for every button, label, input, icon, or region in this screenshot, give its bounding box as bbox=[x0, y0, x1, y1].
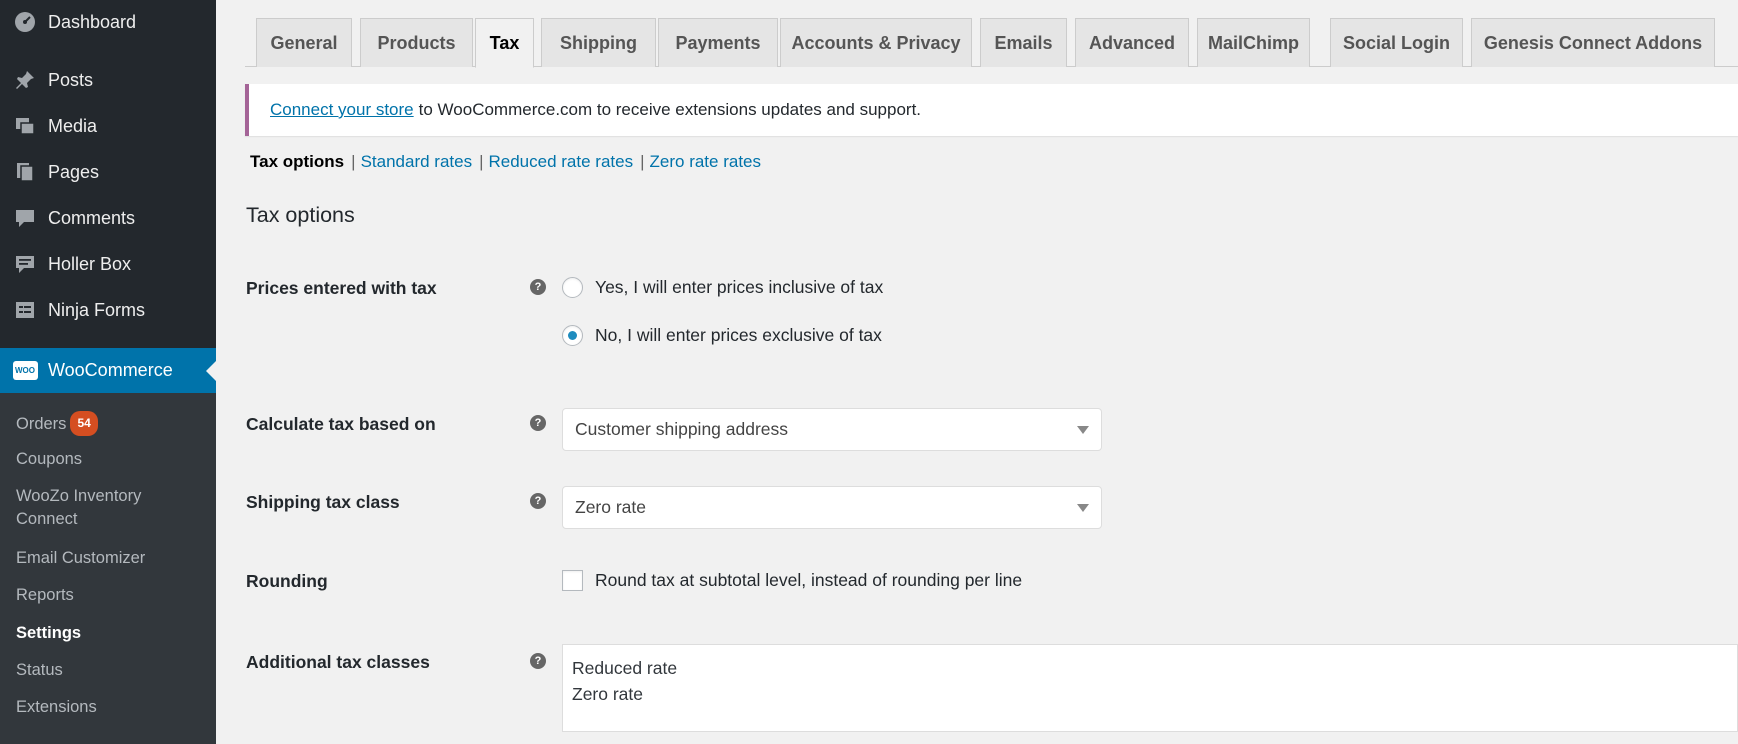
tab-genesis-connect-addons[interactable]: Genesis Connect Addons bbox=[1471, 18, 1715, 67]
tab-tax[interactable]: Tax bbox=[475, 18, 534, 68]
tab-social-login[interactable]: Social Login bbox=[1330, 18, 1463, 67]
menu-label: Media bbox=[48, 115, 98, 136]
subnav-zero-rate-rates[interactable]: Zero rate rates bbox=[650, 152, 762, 172]
help-icon[interactable]: ? bbox=[530, 279, 546, 295]
section-title: Tax options bbox=[246, 203, 355, 227]
submenu-status[interactable]: Status bbox=[16, 659, 63, 682]
menu-item-woocommerce[interactable]: WOO WooCommerce bbox=[0, 348, 216, 393]
holler-box-icon bbox=[12, 251, 38, 277]
submenu-email-customizer[interactable]: Email Customizer bbox=[16, 547, 145, 570]
menu-item-holler-box[interactable]: Holler Box bbox=[0, 244, 216, 284]
menu-item-media[interactable]: Media bbox=[0, 106, 216, 146]
tab-shipping[interactable]: Shipping bbox=[541, 18, 656, 67]
woocommerce-submenu: Orders 54 Coupons WooZo Inventory Connect… bbox=[0, 393, 216, 744]
calculate-tax-select[interactable]: Customer shipping address bbox=[562, 408, 1102, 451]
additional-tax-classes-textarea[interactable]: Reduced rate Zero rate bbox=[562, 644, 1738, 732]
radio-exclusive-label: No, I will enter prices exclusive of tax bbox=[595, 325, 882, 345]
submenu-woozo-inventory[interactable]: WooZo Inventory Connect bbox=[16, 485, 141, 531]
menu-item-dashboard[interactable]: Dashboard bbox=[0, 2, 216, 42]
submenu-reports[interactable]: Reports bbox=[16, 584, 74, 607]
tax-class-line: Reduced rate bbox=[572, 658, 678, 678]
woo-icon: WOO bbox=[12, 358, 38, 384]
menu-item-posts[interactable]: Posts bbox=[0, 60, 216, 100]
prices-exclusive-option[interactable]: No, I will enter prices exclusive of tax bbox=[562, 325, 882, 346]
shipping-tax-class-value: Zero rate bbox=[575, 497, 646, 517]
calculate-tax-value: Customer shipping address bbox=[575, 419, 789, 439]
media-icon bbox=[12, 113, 38, 139]
tax-subnav: Tax options | Standard rates | Reduced r… bbox=[250, 152, 761, 172]
menu-item-comments[interactable]: Comments bbox=[0, 198, 216, 238]
admin-sidebar: Dashboard Posts Media Pages Comments Hol… bbox=[0, 0, 216, 744]
chevron-down-icon bbox=[1077, 426, 1089, 434]
pin-icon bbox=[12, 67, 38, 93]
menu-item-pages[interactable]: Pages bbox=[0, 152, 216, 192]
active-indicator bbox=[206, 360, 216, 381]
subnav-separator: | bbox=[351, 152, 356, 171]
menu-label: Holler Box bbox=[48, 253, 132, 274]
settings-tabs: General Products Tax Shipping Payments A… bbox=[245, 0, 1738, 68]
tax-class-line: Zero rate bbox=[572, 684, 643, 704]
submenu-orders[interactable]: Orders 54 bbox=[16, 411, 98, 436]
tab-general[interactable]: General bbox=[256, 18, 352, 67]
rounding-checkbox[interactable] bbox=[562, 570, 583, 591]
orders-count-badge: 54 bbox=[70, 411, 98, 436]
submenu-coupons[interactable]: Coupons bbox=[16, 448, 82, 471]
submenu-extensions[interactable]: Extensions bbox=[16, 696, 97, 719]
additional-tax-classes-label: Additional tax classes bbox=[246, 652, 430, 672]
shipping-tax-class-select[interactable]: Zero rate bbox=[562, 486, 1102, 529]
subnav-tax-options[interactable]: Tax options bbox=[250, 152, 344, 172]
radio-inclusive-label: Yes, I will enter prices inclusive of ta… bbox=[595, 277, 884, 297]
tab-advanced[interactable]: Advanced bbox=[1075, 18, 1189, 67]
calculate-tax-label: Calculate tax based on bbox=[246, 414, 436, 434]
rounding-option-label: Round tax at subtotal level, instead of … bbox=[595, 570, 1023, 590]
subnav-separator: | bbox=[479, 152, 484, 171]
subnav-reduced-rate-rates[interactable]: Reduced rate rates bbox=[489, 152, 634, 172]
tab-accounts-privacy[interactable]: Accounts & Privacy bbox=[780, 18, 972, 67]
tab-products[interactable]: Products bbox=[360, 18, 473, 67]
dashboard-icon bbox=[12, 9, 38, 35]
shipping-tax-class-label: Shipping tax class bbox=[246, 492, 400, 512]
connect-store-link[interactable]: Connect your store bbox=[270, 100, 414, 120]
submenu-settings[interactable]: Settings bbox=[16, 622, 81, 645]
help-icon[interactable]: ? bbox=[530, 653, 546, 669]
tab-mailchimp[interactable]: MailChimp bbox=[1197, 18, 1310, 67]
tab-payments[interactable]: Payments bbox=[658, 18, 778, 67]
menu-label: WooCommerce bbox=[48, 360, 173, 380]
pages-icon bbox=[12, 159, 38, 185]
subnav-separator: | bbox=[640, 152, 645, 171]
forms-icon bbox=[12, 297, 38, 323]
radio-exclusive[interactable] bbox=[562, 325, 583, 346]
menu-label: Posts bbox=[48, 69, 94, 90]
menu-label: Comments bbox=[48, 207, 136, 228]
prices-inclusive-option[interactable]: Yes, I will enter prices inclusive of ta… bbox=[562, 277, 883, 298]
subnav-standard-rates[interactable]: Standard rates bbox=[361, 152, 473, 172]
menu-label: Pages bbox=[48, 161, 100, 182]
comment-icon bbox=[12, 205, 38, 231]
connect-store-notice: Connect your store to WooCommerce.com to… bbox=[245, 84, 1738, 136]
radio-inclusive[interactable] bbox=[562, 277, 583, 298]
rounding-option[interactable]: Round tax at subtotal level, instead of … bbox=[562, 570, 1022, 591]
rounding-label: Rounding bbox=[246, 571, 328, 591]
notice-text: to WooCommerce.com to receive extensions… bbox=[418, 100, 922, 119]
help-icon[interactable]: ? bbox=[530, 415, 546, 431]
menu-item-ninja-forms[interactable]: Ninja Forms bbox=[0, 290, 216, 330]
chevron-down-icon bbox=[1077, 504, 1089, 512]
tab-emails[interactable]: Emails bbox=[980, 18, 1067, 67]
menu-label: Dashboard bbox=[48, 11, 137, 32]
help-icon[interactable]: ? bbox=[530, 493, 546, 509]
prices-entered-label: Prices entered with tax bbox=[246, 278, 437, 298]
menu-label: Ninja Forms bbox=[48, 299, 146, 320]
